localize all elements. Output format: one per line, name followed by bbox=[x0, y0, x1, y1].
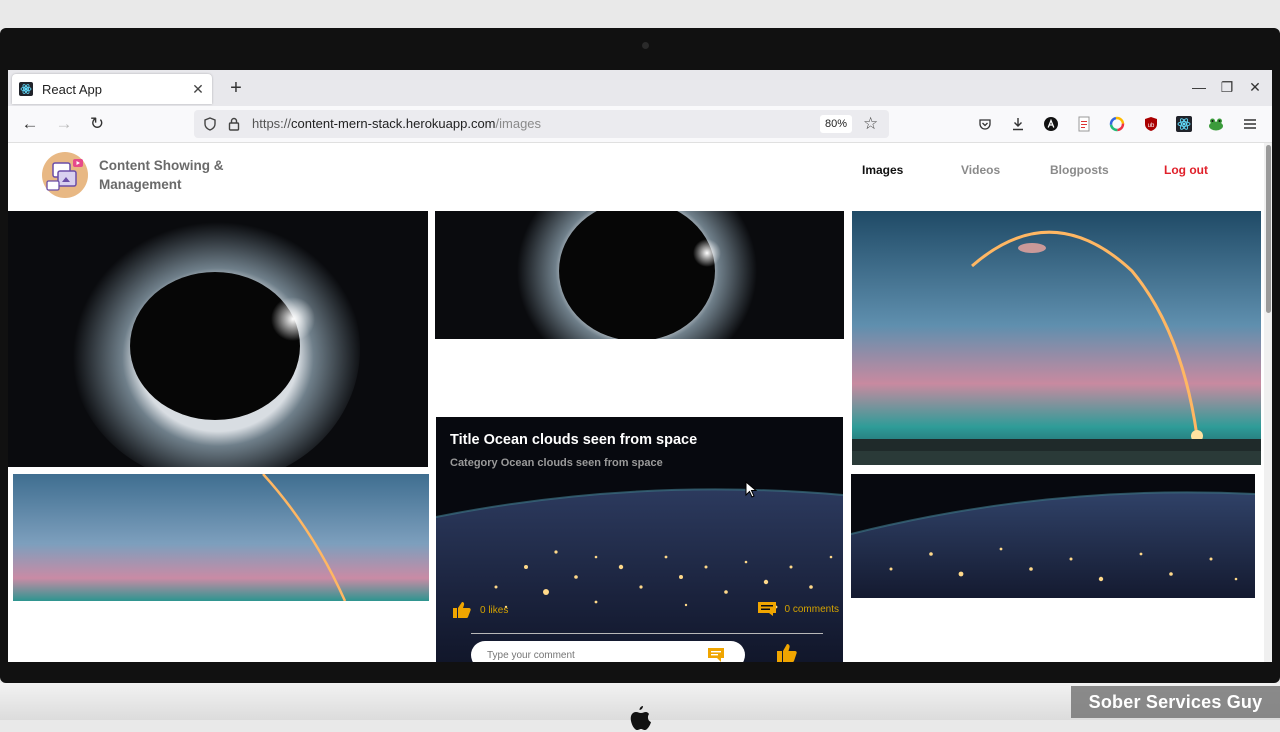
likes-count-row: 0 likes bbox=[452, 601, 508, 619]
new-tab-button[interactable]: + bbox=[226, 76, 246, 100]
ublock-icon[interactable]: ub bbox=[1142, 115, 1160, 133]
like-button-icon[interactable] bbox=[776, 643, 798, 662]
gallery-image-rocket-trail[interactable] bbox=[13, 474, 429, 601]
featured-image-card[interactable]: Title Ocean clouds seen from space Categ… bbox=[436, 417, 843, 662]
earth-at-night-photo bbox=[436, 417, 843, 662]
rocket-trail-photo bbox=[13, 474, 429, 601]
card-title: Title Ocean clouds seen from space bbox=[450, 432, 698, 448]
thumbs-up-icon[interactable] bbox=[452, 601, 472, 619]
forward-arrow-icon[interactable]: → bbox=[53, 113, 75, 135]
frog-extension-icon[interactable] bbox=[1207, 115, 1225, 133]
pocket-icon[interactable] bbox=[976, 115, 994, 133]
svg-text:ub: ub bbox=[1148, 123, 1155, 129]
app-logo bbox=[42, 152, 88, 198]
apple-logo-icon bbox=[630, 706, 651, 730]
brand-line-1: Content Showing & bbox=[99, 158, 224, 173]
mouse-cursor-icon bbox=[745, 481, 758, 498]
gallery-image-eclipse-2[interactable] bbox=[435, 211, 844, 339]
earth-night-photo-2 bbox=[851, 474, 1255, 598]
comment-icon[interactable] bbox=[757, 601, 777, 617]
url-host: content-mern-stack.herokuapp.com bbox=[291, 116, 496, 131]
comments-count-row: 0 comments bbox=[757, 601, 839, 617]
close-window-icon[interactable]: ✕ bbox=[1246, 78, 1264, 96]
react-devtools-icon[interactable] bbox=[1175, 115, 1193, 133]
rocket-launch-photo bbox=[852, 211, 1261, 465]
gallery-image-earth-night[interactable] bbox=[851, 474, 1255, 598]
comment-input[interactable] bbox=[471, 641, 745, 662]
url-text[interactable]: https://content-mern-stack.herokuapp.com… bbox=[252, 116, 541, 131]
nav-blogposts[interactable]: Blogposts bbox=[1050, 163, 1109, 177]
send-comment-icon[interactable] bbox=[707, 647, 725, 662]
nav-logout[interactable]: Log out bbox=[1164, 163, 1208, 177]
zoom-level-button[interactable]: 80% bbox=[820, 115, 853, 133]
scrollbar-thumb[interactable] bbox=[1266, 145, 1271, 313]
eclipse-photo bbox=[8, 211, 428, 467]
page-viewport: Content Showing & Management Images Vide… bbox=[8, 143, 1272, 662]
nav-videos[interactable]: Videos bbox=[961, 163, 1000, 177]
url-path: /images bbox=[495, 116, 542, 131]
downloads-icon[interactable] bbox=[1009, 115, 1027, 133]
card-category: Category Ocean clouds seen from space bbox=[450, 457, 663, 469]
color-picker-icon[interactable] bbox=[1108, 115, 1126, 133]
comments-count: 0 comments bbox=[784, 603, 839, 615]
lock-icon[interactable] bbox=[226, 116, 242, 132]
restore-icon[interactable]: ❐ bbox=[1218, 78, 1236, 96]
url-scheme: https:// bbox=[252, 116, 292, 131]
channel-watermark: Sober Services Guy bbox=[1071, 686, 1280, 718]
card-divider bbox=[471, 633, 823, 634]
webcam bbox=[642, 42, 649, 49]
likes-count: 0 likes bbox=[480, 604, 509, 616]
account-icon[interactable] bbox=[1042, 115, 1060, 133]
tab-title: React App bbox=[42, 81, 102, 97]
brand-name: Content Showing & Management bbox=[99, 156, 259, 194]
bookmark-star-icon[interactable]: ☆ bbox=[863, 114, 878, 134]
browser-window: React App ✕ + — ❐ ✕ ← → ↻ https://conten… bbox=[8, 70, 1272, 662]
minimize-icon[interactable]: — bbox=[1190, 78, 1208, 96]
back-arrow-icon[interactable]: ← bbox=[19, 113, 41, 135]
eclipse-photo-2 bbox=[435, 211, 844, 339]
tab-strip: React App ✕ + — ❐ ✕ bbox=[8, 70, 1272, 106]
page-scrollbar[interactable] bbox=[1264, 143, 1272, 662]
close-tab-icon[interactable]: ✕ bbox=[190, 81, 206, 98]
hamburger-menu-icon[interactable] bbox=[1241, 115, 1259, 133]
navigation-toolbar: ← → ↻ https://content-mern-stack.herokua… bbox=[8, 106, 1272, 143]
browser-tab[interactable]: React App ✕ bbox=[12, 74, 212, 104]
nav-images[interactable]: Images bbox=[862, 163, 903, 177]
tracking-shield-icon[interactable] bbox=[202, 116, 218, 132]
reload-icon[interactable]: ↻ bbox=[86, 113, 108, 135]
gallery-image-rocket-launch[interactable] bbox=[852, 211, 1261, 465]
brand-line-2: Management bbox=[99, 177, 182, 192]
reader-extension-icon[interactable] bbox=[1075, 115, 1093, 133]
address-bar[interactable]: https://content-mern-stack.herokuapp.com… bbox=[194, 110, 889, 138]
gallery-image-eclipse[interactable] bbox=[8, 211, 428, 467]
react-favicon-icon bbox=[19, 82, 33, 96]
